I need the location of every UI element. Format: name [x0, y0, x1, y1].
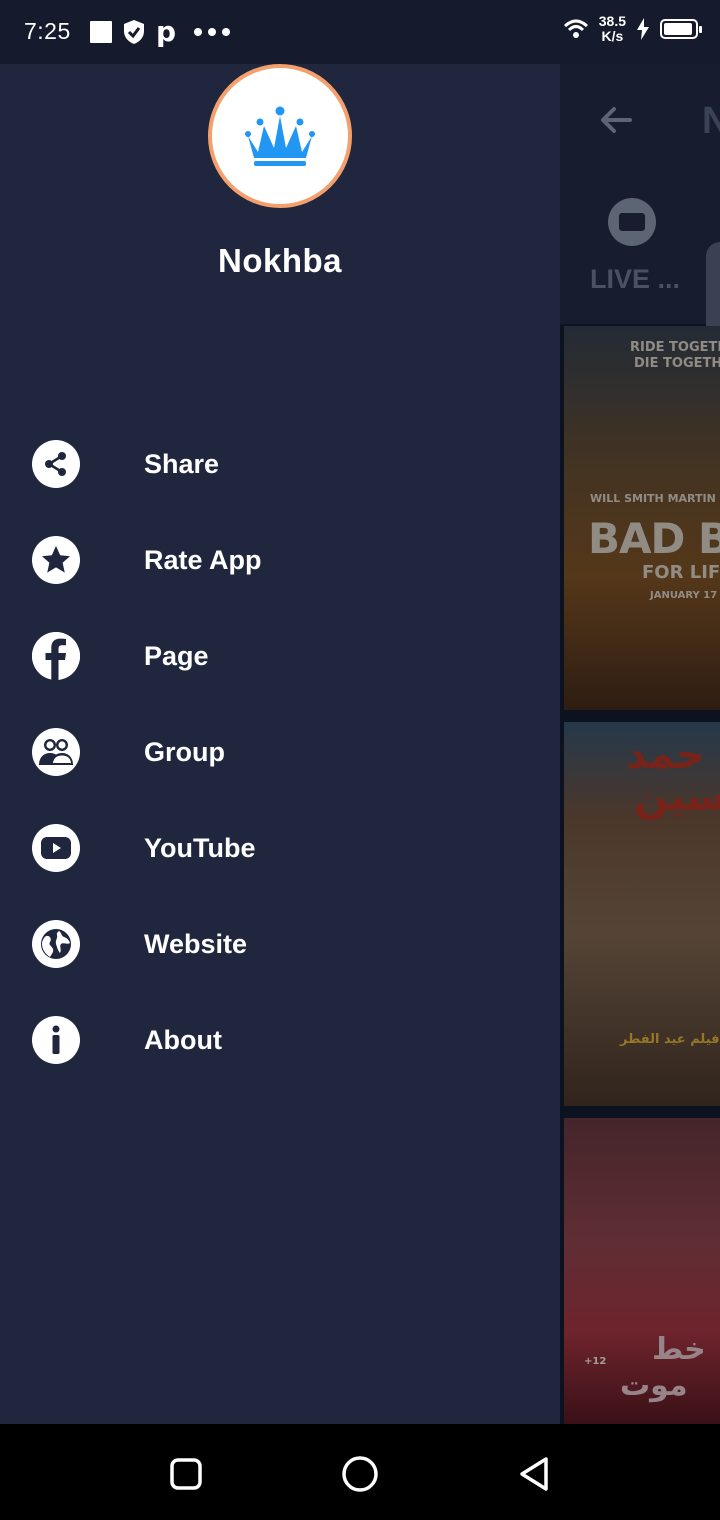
- wifi-icon: [563, 19, 588, 38]
- charging-bolt-icon: [637, 18, 649, 40]
- status-right: 38.5 K/s: [563, 14, 702, 44]
- system-navigation-bar: [0, 1424, 720, 1520]
- notification-icons: p: [90, 15, 231, 48]
- menu-item-group[interactable]: Group: [0, 704, 560, 800]
- menu-item-page[interactable]: Page: [0, 608, 560, 704]
- back-arrow-icon: [601, 107, 632, 133]
- network-speed: 38.5 K/s: [599, 14, 626, 44]
- network-speed-unit: K/s: [601, 28, 624, 44]
- movie-poster: RIDE TOGETHE DIE TOGETHER WILL SMITH MAR…: [564, 326, 720, 710]
- menu-label-website: Website: [144, 928, 248, 959]
- triangle-back-icon: [520, 1457, 548, 1491]
- square-icon: [170, 1458, 202, 1490]
- back-button[interactable]: [510, 1450, 558, 1498]
- poster-dim-overlay: [564, 722, 720, 1106]
- menu-label-page: Page: [144, 640, 209, 671]
- movie-poster: حمد سين فيلم عيد الفطر: [564, 722, 720, 1106]
- app-name: Nokhba: [217, 242, 342, 279]
- share-icon: [32, 440, 80, 488]
- status-bar: 7:25 p 38.5 K/s: [0, 0, 720, 64]
- poster-dim-overlay: [564, 1118, 720, 1424]
- drawer-menu: Share Rate App Page Group YouTube Websit…: [0, 416, 560, 1088]
- globe-icon: [32, 920, 80, 968]
- menu-item-about[interactable]: About: [0, 992, 560, 1088]
- parking-app-icon: p: [156, 15, 177, 48]
- menu-label-share: Share: [144, 448, 220, 479]
- poster-dim-overlay: [564, 326, 720, 710]
- menu-item-rate-app[interactable]: Rate App: [0, 512, 560, 608]
- menu-label-rate-app: Rate App: [144, 544, 262, 575]
- notification-square-icon: [90, 21, 112, 43]
- background-header: N LIVE ...: [560, 64, 720, 452]
- tab-live: LIVE ...: [590, 264, 681, 294]
- status-time: 7:25: [24, 18, 71, 44]
- battery-icon: [660, 19, 702, 39]
- menu-item-youtube[interactable]: YouTube: [0, 800, 560, 896]
- menu-label-youtube: YouTube: [144, 832, 256, 863]
- navigation-drawer[interactable]: Nokhba Share Rate App Page Group YouTube…: [0, 64, 560, 1424]
- background-title: N: [702, 100, 720, 142]
- menu-label-about: About: [144, 1024, 222, 1055]
- home-button[interactable]: [336, 1450, 384, 1498]
- more-notifications-icon: [194, 28, 231, 36]
- star-icon: [32, 536, 80, 584]
- youtube-icon: [32, 824, 80, 872]
- tv-icon: [608, 198, 656, 246]
- menu-label-group: Group: [144, 736, 225, 767]
- facebook-icon: [32, 632, 80, 680]
- network-speed-value: 38.5: [598, 13, 626, 29]
- movie-poster: خط موت +12: [564, 1118, 720, 1424]
- shield-icon: [124, 20, 144, 44]
- menu-item-share[interactable]: Share: [0, 416, 560, 512]
- background-app: N LIVE ... RIDE TOGETHE DIE TOGETHER WIL…: [560, 64, 720, 1424]
- circle-icon: [342, 1456, 378, 1492]
- info-icon: [32, 1016, 80, 1064]
- menu-item-website[interactable]: Website: [0, 896, 560, 992]
- app-logo: [208, 64, 352, 208]
- crown-icon: [245, 106, 315, 166]
- recent-apps-button[interactable]: [162, 1450, 210, 1498]
- group-icon: [32, 728, 80, 776]
